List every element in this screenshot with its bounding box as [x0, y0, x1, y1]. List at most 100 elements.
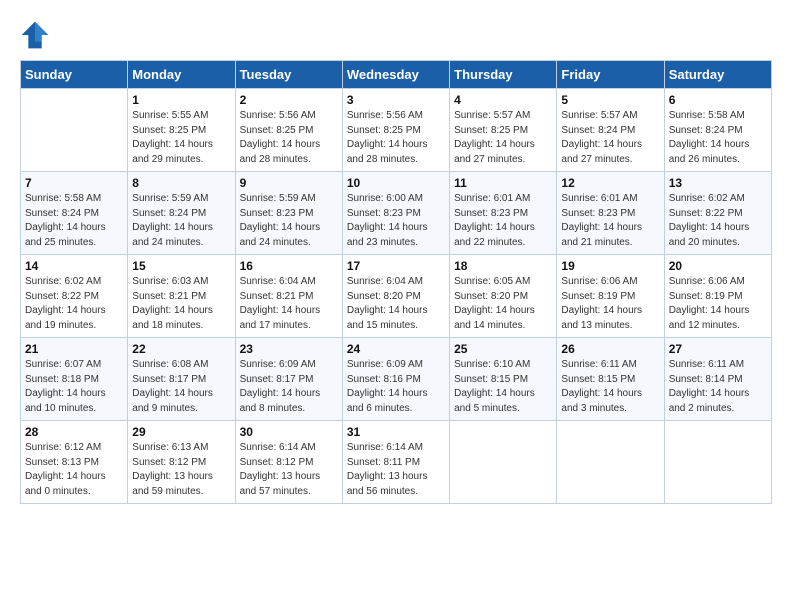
day-cell: 11 Sunrise: 6:01 AM Sunset: 8:23 PM Dayli…	[450, 172, 557, 255]
day-number: 5	[561, 93, 659, 107]
day-info: Sunrise: 6:11 AM Sunset: 8:14 PM Dayligh…	[669, 358, 767, 416]
day-cell: 19Sunrise: 6:06 AM Sunset: 8:19 PM Dayli…	[557, 255, 664, 338]
week-row-4: 21 Sunrise: 6:07 AM Sunset: 8:18 PM Dayli…	[21, 338, 772, 421]
day-info: Sunrise: 5:58 AM Sunset: 8:24 PM Dayligh…	[25, 192, 123, 250]
day-cell: 12 Sunrise: 6:01 AM Sunset: 8:23 PM Dayli…	[557, 172, 664, 255]
day-info: Sunrise: 6:04 AM Sunset: 8:20 PM Dayligh…	[347, 275, 445, 333]
col-header-tuesday: Tuesday	[235, 61, 342, 89]
day-info: Sunrise: 6:14 AM Sunset: 8:12 PM Dayligh…	[240, 441, 338, 499]
day-cell	[664, 421, 771, 504]
day-info: Sunrise: 6:01 AM Sunset: 8:23 PM Dayligh…	[561, 192, 659, 250]
page-header	[20, 20, 772, 50]
logo	[20, 20, 54, 50]
day-info: Sunrise: 6:00 AM Sunset: 8:23 PM Dayligh…	[347, 192, 445, 250]
day-info: Sunrise: 6:02 AM Sunset: 8:22 PM Dayligh…	[669, 192, 767, 250]
day-cell: 29Sunrise: 6:13 AM Sunset: 8:12 PM Dayli…	[128, 421, 235, 504]
day-number: 13	[669, 176, 767, 190]
week-row-3: 14Sunrise: 6:02 AM Sunset: 8:22 PM Dayli…	[21, 255, 772, 338]
day-cell: 25 Sunrise: 6:10 AM Sunset: 8:15 PM Dayli…	[450, 338, 557, 421]
day-cell: 1 Sunrise: 5:55 AM Sunset: 8:25 PM Daylig…	[128, 89, 235, 172]
day-number: 26	[561, 342, 659, 356]
day-number: 22	[132, 342, 230, 356]
day-info: Sunrise: 6:09 AM Sunset: 8:16 PM Dayligh…	[347, 358, 445, 416]
day-cell: 30 Sunrise: 6:14 AM Sunset: 8:12 PM Dayli…	[235, 421, 342, 504]
day-cell: 7 Sunrise: 5:58 AM Sunset: 8:24 PM Daylig…	[21, 172, 128, 255]
day-number: 23	[240, 342, 338, 356]
day-cell: 9 Sunrise: 5:59 AM Sunset: 8:23 PM Daylig…	[235, 172, 342, 255]
week-row-2: 7 Sunrise: 5:58 AM Sunset: 8:24 PM Daylig…	[21, 172, 772, 255]
day-cell: 6 Sunrise: 5:58 AM Sunset: 8:24 PM Daylig…	[664, 89, 771, 172]
day-number: 10	[347, 176, 445, 190]
day-number: 24	[347, 342, 445, 356]
day-info: Sunrise: 5:59 AM Sunset: 8:24 PM Dayligh…	[132, 192, 230, 250]
col-header-thursday: Thursday	[450, 61, 557, 89]
day-number: 7	[25, 176, 123, 190]
day-cell: 22 Sunrise: 6:08 AM Sunset: 8:17 PM Dayli…	[128, 338, 235, 421]
day-info: Sunrise: 5:56 AM Sunset: 8:25 PM Dayligh…	[347, 109, 445, 167]
day-cell: 16 Sunrise: 6:04 AM Sunset: 8:21 PM Dayli…	[235, 255, 342, 338]
day-number: 8	[132, 176, 230, 190]
day-cell: 8 Sunrise: 5:59 AM Sunset: 8:24 PM Daylig…	[128, 172, 235, 255]
day-cell	[21, 89, 128, 172]
day-info: Sunrise: 5:59 AM Sunset: 8:23 PM Dayligh…	[240, 192, 338, 250]
day-cell	[557, 421, 664, 504]
calendar-table: SundayMondayTuesdayWednesdayThursdayFrid…	[20, 60, 772, 504]
day-info: Sunrise: 6:06 AM Sunset: 8:19 PM Dayligh…	[669, 275, 767, 333]
day-number: 15	[132, 259, 230, 273]
day-info: Sunrise: 6:06 AM Sunset: 8:19 PM Dayligh…	[561, 275, 659, 333]
day-info: Sunrise: 6:08 AM Sunset: 8:17 PM Dayligh…	[132, 358, 230, 416]
day-info: Sunrise: 6:05 AM Sunset: 8:20 PM Dayligh…	[454, 275, 552, 333]
day-cell: 13 Sunrise: 6:02 AM Sunset: 8:22 PM Dayli…	[664, 172, 771, 255]
day-number: 6	[669, 93, 767, 107]
day-info: Sunrise: 6:04 AM Sunset: 8:21 PM Dayligh…	[240, 275, 338, 333]
day-info: Sunrise: 5:55 AM Sunset: 8:25 PM Dayligh…	[132, 109, 230, 167]
day-number: 16	[240, 259, 338, 273]
day-cell: 17 Sunrise: 6:04 AM Sunset: 8:20 PM Dayli…	[342, 255, 449, 338]
day-number: 21	[25, 342, 123, 356]
day-info: Sunrise: 6:14 AM Sunset: 8:11 PM Dayligh…	[347, 441, 445, 499]
day-number: 1	[132, 93, 230, 107]
day-info: Sunrise: 5:58 AM Sunset: 8:24 PM Dayligh…	[669, 109, 767, 167]
day-number: 4	[454, 93, 552, 107]
day-number: 30	[240, 425, 338, 439]
day-number: 17	[347, 259, 445, 273]
logo-icon	[20, 20, 50, 50]
day-cell: 15 Sunrise: 6:03 AM Sunset: 8:21 PM Dayli…	[128, 255, 235, 338]
header-row: SundayMondayTuesdayWednesdayThursdayFrid…	[21, 61, 772, 89]
day-info: Sunrise: 5:57 AM Sunset: 8:24 PM Dayligh…	[561, 109, 659, 167]
day-info: Sunrise: 6:02 AM Sunset: 8:22 PM Dayligh…	[25, 275, 123, 333]
day-info: Sunrise: 5:56 AM Sunset: 8:25 PM Dayligh…	[240, 109, 338, 167]
day-cell: 18 Sunrise: 6:05 AM Sunset: 8:20 PM Dayli…	[450, 255, 557, 338]
day-cell: 3 Sunrise: 5:56 AM Sunset: 8:25 PM Daylig…	[342, 89, 449, 172]
day-number: 18	[454, 259, 552, 273]
day-info: Sunrise: 6:01 AM Sunset: 8:23 PM Dayligh…	[454, 192, 552, 250]
day-number: 2	[240, 93, 338, 107]
day-number: 31	[347, 425, 445, 439]
col-header-saturday: Saturday	[664, 61, 771, 89]
day-info: Sunrise: 6:12 AM Sunset: 8:13 PM Dayligh…	[25, 441, 123, 499]
col-header-wednesday: Wednesday	[342, 61, 449, 89]
day-number: 20	[669, 259, 767, 273]
day-cell: 10 Sunrise: 6:00 AM Sunset: 8:23 PM Dayli…	[342, 172, 449, 255]
day-cell: 14Sunrise: 6:02 AM Sunset: 8:22 PM Dayli…	[21, 255, 128, 338]
week-row-1: 1 Sunrise: 5:55 AM Sunset: 8:25 PM Daylig…	[21, 89, 772, 172]
day-info: Sunrise: 6:07 AM Sunset: 8:18 PM Dayligh…	[25, 358, 123, 416]
day-number: 28	[25, 425, 123, 439]
day-number: 25	[454, 342, 552, 356]
day-number: 11	[454, 176, 552, 190]
day-number: 9	[240, 176, 338, 190]
day-cell: 28 Sunrise: 6:12 AM Sunset: 8:13 PM Dayli…	[21, 421, 128, 504]
day-number: 12	[561, 176, 659, 190]
day-number: 3	[347, 93, 445, 107]
day-cell: 21 Sunrise: 6:07 AM Sunset: 8:18 PM Dayli…	[21, 338, 128, 421]
col-header-friday: Friday	[557, 61, 664, 89]
col-header-monday: Monday	[128, 61, 235, 89]
day-info: Sunrise: 6:03 AM Sunset: 8:21 PM Dayligh…	[132, 275, 230, 333]
day-cell: 5 Sunrise: 5:57 AM Sunset: 8:24 PM Daylig…	[557, 89, 664, 172]
day-info: Sunrise: 6:10 AM Sunset: 8:15 PM Dayligh…	[454, 358, 552, 416]
day-cell: 4Sunrise: 5:57 AM Sunset: 8:25 PM Daylig…	[450, 89, 557, 172]
day-info: Sunrise: 6:11 AM Sunset: 8:15 PM Dayligh…	[561, 358, 659, 416]
day-number: 29	[132, 425, 230, 439]
week-row-5: 28 Sunrise: 6:12 AM Sunset: 8:13 PM Dayli…	[21, 421, 772, 504]
day-cell: 23Sunrise: 6:09 AM Sunset: 8:17 PM Dayli…	[235, 338, 342, 421]
